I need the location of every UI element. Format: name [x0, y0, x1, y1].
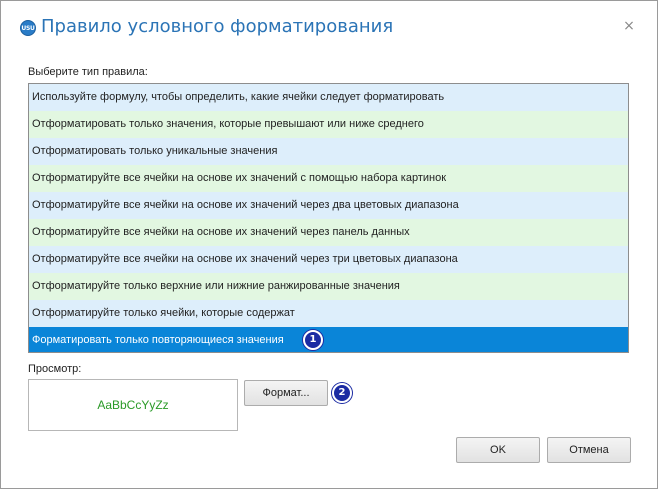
app-logo-text: USU [21, 24, 35, 32]
rule-item[interactable]: Отформатируйте только верхние или нижние… [29, 273, 628, 300]
step-2-badge: 2 [332, 383, 352, 403]
rule-item-label: Отформатируйте все ячейки на основе их з… [32, 226, 410, 238]
rule-item-label: Используйте формулу, чтобы определить, к… [32, 91, 445, 103]
rule-item-label: Отформатируйте все ячейки на основе их з… [32, 199, 459, 211]
rule-item-label: Форматировать только повторяющиеся значе… [32, 334, 284, 346]
rule-item[interactable]: Отформатировать только значения, которые… [29, 111, 628, 138]
rule-type-label: Выберите тип правила: [28, 66, 148, 78]
preview-label: Просмотр: [28, 363, 82, 375]
title-bar: USU Правило условного форматирования × [1, 1, 657, 51]
rule-item[interactable]: Отформатируйте все ячейки на основе их з… [29, 192, 628, 219]
rule-item-label: Отформатируйте все ячейки на основе их з… [32, 253, 458, 265]
preview-sample-text: AaBbCcYyZz [97, 398, 169, 412]
rule-item[interactable]: Отформатируйте все ячейки на основе их з… [29, 246, 628, 273]
app-logo-icon: USU [20, 20, 36, 36]
rule-item-label: Отформатируйте все ячейки на основе их з… [32, 172, 447, 184]
rule-item[interactable]: Отформатируйте все ячейки на основе их з… [29, 219, 628, 246]
rule-item-label: Отформатировать только уникальные значен… [32, 145, 278, 157]
rule-type-list[interactable]: Используйте формулу, чтобы определить, к… [28, 83, 629, 353]
rule-item[interactable]: Отформатировать только уникальные значен… [29, 138, 628, 165]
step-1-badge: 1 [303, 330, 323, 350]
rule-item-label: Отформатировать только значения, которые… [32, 118, 424, 130]
preview-box: AaBbCcYyZz [28, 379, 238, 431]
dialog-title: Правило условного форматирования [41, 16, 394, 37]
rule-item-label: Отформатируйте только ячейки, которые со… [32, 307, 295, 319]
rule-item[interactable]: Отформатируйте только ячейки, которые со… [29, 300, 628, 327]
close-icon[interactable]: × [622, 19, 636, 33]
conditional-formatting-dialog: USU Правило условного форматирования × В… [0, 0, 658, 489]
rule-item-label: Отформатируйте только верхние или нижние… [32, 280, 400, 292]
rule-item-selected[interactable]: Форматировать только повторяющиеся значе… [29, 327, 628, 352]
format-button[interactable]: Формат... [244, 380, 328, 406]
rule-item[interactable]: Используйте формулу, чтобы определить, к… [29, 84, 628, 111]
rule-item[interactable]: Отформатируйте все ячейки на основе их з… [29, 165, 628, 192]
cancel-button[interactable]: Отмена [547, 437, 631, 463]
ok-button[interactable]: OK [456, 437, 540, 463]
